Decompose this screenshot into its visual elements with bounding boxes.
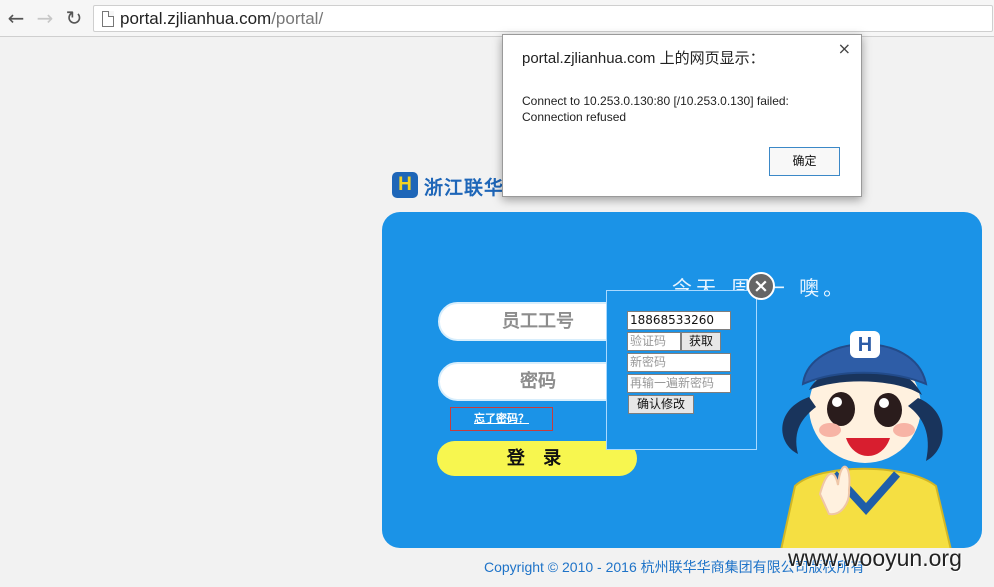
mascot-right-eye-shine — [879, 398, 889, 408]
mascot-left-cheek — [819, 423, 841, 437]
browser-toolbar: ← → ↻ portal.zjlianhua.com/portal/ — [0, 0, 994, 37]
dialog-message-line: Connect to 10.253.0.130:80 [/10.253.0.13… — [522, 94, 789, 108]
confirm-change-button[interactable]: 确认修改 — [628, 395, 694, 414]
mascot-illustration: H — [780, 331, 952, 548]
reload-icon[interactable]: ↻ — [63, 7, 85, 29]
dialog-message-line: Connection refused — [522, 110, 627, 124]
url-host: portal.zjlianhua.com — [120, 9, 272, 28]
mascot-right-eye — [874, 393, 902, 427]
address-bar[interactable]: portal.zjlianhua.com/portal/ — [93, 5, 993, 32]
watermark-text: www.wooyun.org — [788, 545, 962, 571]
phone-number-field[interactable]: 18868533260 — [627, 311, 731, 330]
mascot-cap-logo: H — [858, 334, 872, 356]
mascot-left-eye — [827, 392, 855, 426]
dialog-message: Connect to 10.253.0.130:80 [/10.253.0.13… — [522, 93, 832, 125]
get-code-button[interactable]: 获取 — [681, 332, 721, 351]
close-icon[interactable]: × — [838, 39, 851, 58]
new-password-input[interactable]: 新密码 — [627, 353, 731, 372]
url-path: /portal/ — [271, 9, 324, 28]
brand-logo: H 浙江联华 — [392, 172, 512, 200]
ok-button[interactable]: 确定 — [769, 147, 840, 176]
brand-name: 浙江联华 — [424, 177, 505, 199]
forward-arrow-icon[interactable]: → — [34, 7, 56, 29]
url-text[interactable]: portal.zjlianhua.com/portal/ — [120, 9, 323, 29]
logo-h-icon: H — [392, 172, 418, 198]
page-icon — [102, 11, 114, 27]
back-arrow-icon[interactable]: ← — [5, 7, 27, 29]
mascot-hair-left — [782, 397, 816, 454]
dialog-title: portal.zjlianhua.com 上的网页显示： — [522, 50, 765, 67]
verification-code-input[interactable]: 验证码 — [627, 332, 681, 351]
mascot-left-eye-shine — [832, 397, 842, 407]
repeat-password-input[interactable]: 再输一遍新密码 — [627, 374, 731, 393]
alert-dialog: portal.zjlianhua.com 上的网页显示： × Connect t… — [502, 34, 862, 197]
close-icon[interactable]: × — [747, 272, 775, 300]
mascot-right-cheek — [893, 423, 915, 437]
forgot-password-link[interactable]: 忘了密码？ — [450, 407, 553, 431]
